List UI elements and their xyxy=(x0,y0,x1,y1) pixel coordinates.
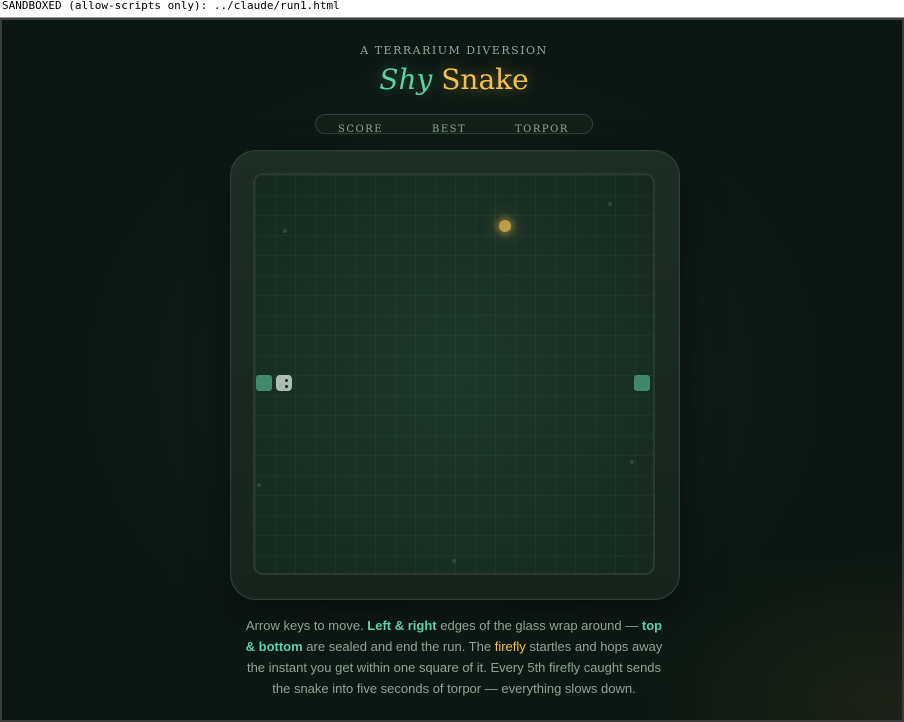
eyebrow-text: A TERRARIUM DIVERSION xyxy=(360,44,548,57)
torpor-label: TORPOR xyxy=(515,124,569,134)
best-label: BEST xyxy=(432,124,467,134)
dust-speck xyxy=(257,483,261,487)
score-label: SCORE xyxy=(338,124,384,134)
snake-eye xyxy=(284,379,288,382)
game-frame: A TERRARIUM DIVERSION Shy Snake SCORE BE… xyxy=(0,18,904,722)
title-main: Snake xyxy=(441,63,529,96)
dust-speck xyxy=(608,202,612,206)
snake-head xyxy=(275,375,292,391)
instructions-firefly: firefly xyxy=(494,639,526,654)
stats-bar: SCORE BEST TORPOR xyxy=(315,114,593,134)
instructions-left-right: Left & right xyxy=(367,618,437,633)
firefly xyxy=(498,219,511,232)
terrarium-glass xyxy=(230,150,680,600)
instructions: Arrow keys to move. Left & right edges o… xyxy=(242,615,666,699)
dust-speck xyxy=(452,559,456,563)
snake-segment xyxy=(634,375,651,391)
snake-eye xyxy=(284,385,288,388)
dust-speck xyxy=(283,229,287,233)
instructions-text: edges of the glass wrap around — xyxy=(436,618,642,633)
page-title: Shy Snake xyxy=(2,62,904,98)
sandbox-banner: SANDBOXED (allow-scripts only): ../claud… xyxy=(0,0,904,18)
dust-speck xyxy=(630,460,634,464)
game-board[interactable] xyxy=(253,173,655,575)
instructions-text: are sealed and end the run. The xyxy=(302,639,495,654)
snake-segment xyxy=(256,375,272,391)
title-italic: Shy xyxy=(379,63,433,96)
instructions-text: Arrow keys to move. xyxy=(245,618,368,633)
